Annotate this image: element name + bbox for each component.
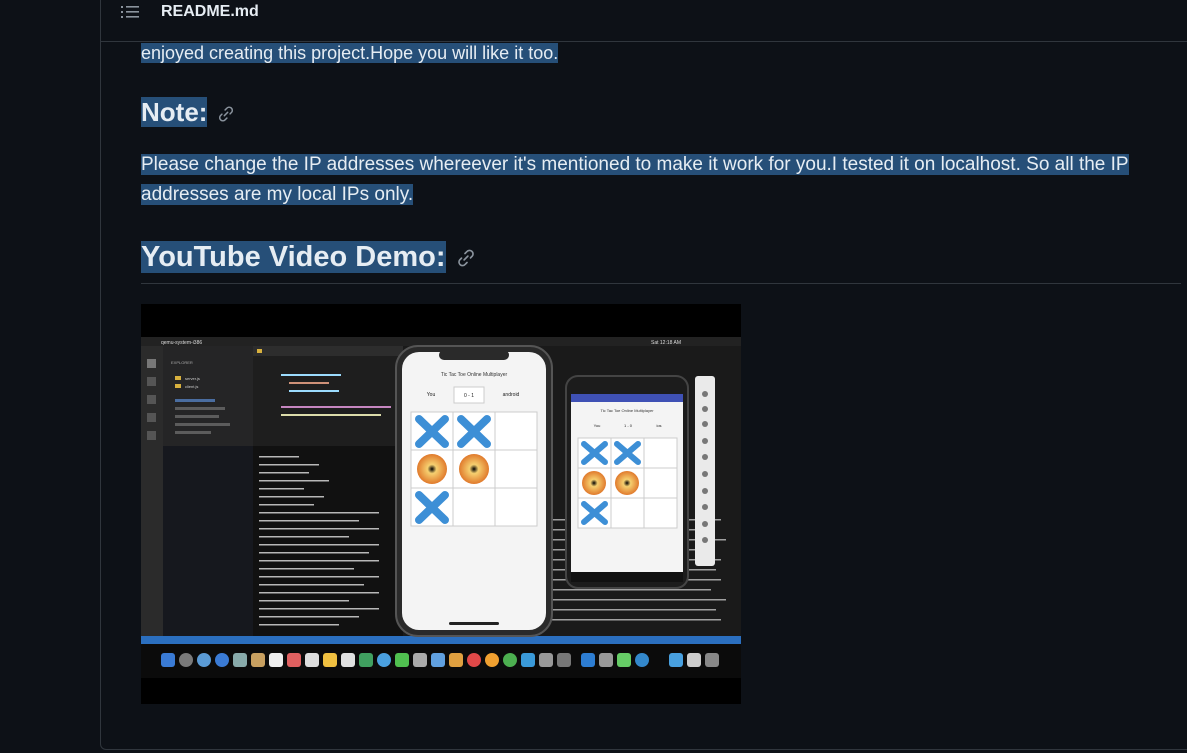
svg-text:You: You xyxy=(427,392,436,398)
game-title-iphone: Tic Tac Toe Online Multiplayer xyxy=(441,372,508,378)
youtube-video-thumbnail[interactable]: qemu-system-i386 Sat 12:18 AM EXPLORER s… xyxy=(141,304,741,704)
list-icon[interactable] xyxy=(121,4,141,20)
intro-text: enjoyed creating this project.Hope you w… xyxy=(141,43,559,63)
svg-text:0 - 1: 0 - 1 xyxy=(464,393,474,399)
svg-text:1 - 0: 1 - 0 xyxy=(624,423,633,428)
video-clock: Sat 12:18 AM xyxy=(651,340,681,346)
svg-text:android: android xyxy=(503,392,520,398)
video-heading: YouTube Video Demo: xyxy=(141,238,476,276)
svg-text:client.js: client.js xyxy=(185,384,198,389)
readme-header: README.md xyxy=(101,0,1187,42)
svg-text:EXPLORER: EXPLORER xyxy=(171,360,193,365)
heading-divider xyxy=(141,283,1181,284)
svg-text:server.js: server.js xyxy=(185,376,200,381)
readme-panel: README.md enjoyed creating this project.… xyxy=(100,0,1187,750)
note-paragraph: Please change the IP addresses whereever… xyxy=(141,154,1129,205)
svg-text:ios: ios xyxy=(656,423,661,428)
anchor-link-icon[interactable] xyxy=(456,248,476,268)
note-heading: Note: xyxy=(141,96,235,128)
anchor-link-icon[interactable] xyxy=(217,105,235,123)
svg-text:You: You xyxy=(594,423,601,428)
window-title: qemu-system-i386 xyxy=(161,340,202,346)
game-title-android: Tic Tac Toe Online Multiplayer xyxy=(600,408,654,413)
video-frame: qemu-system-i386 Sat 12:18 AM EXPLORER s… xyxy=(141,337,741,678)
file-title[interactable]: README.md xyxy=(161,3,259,21)
